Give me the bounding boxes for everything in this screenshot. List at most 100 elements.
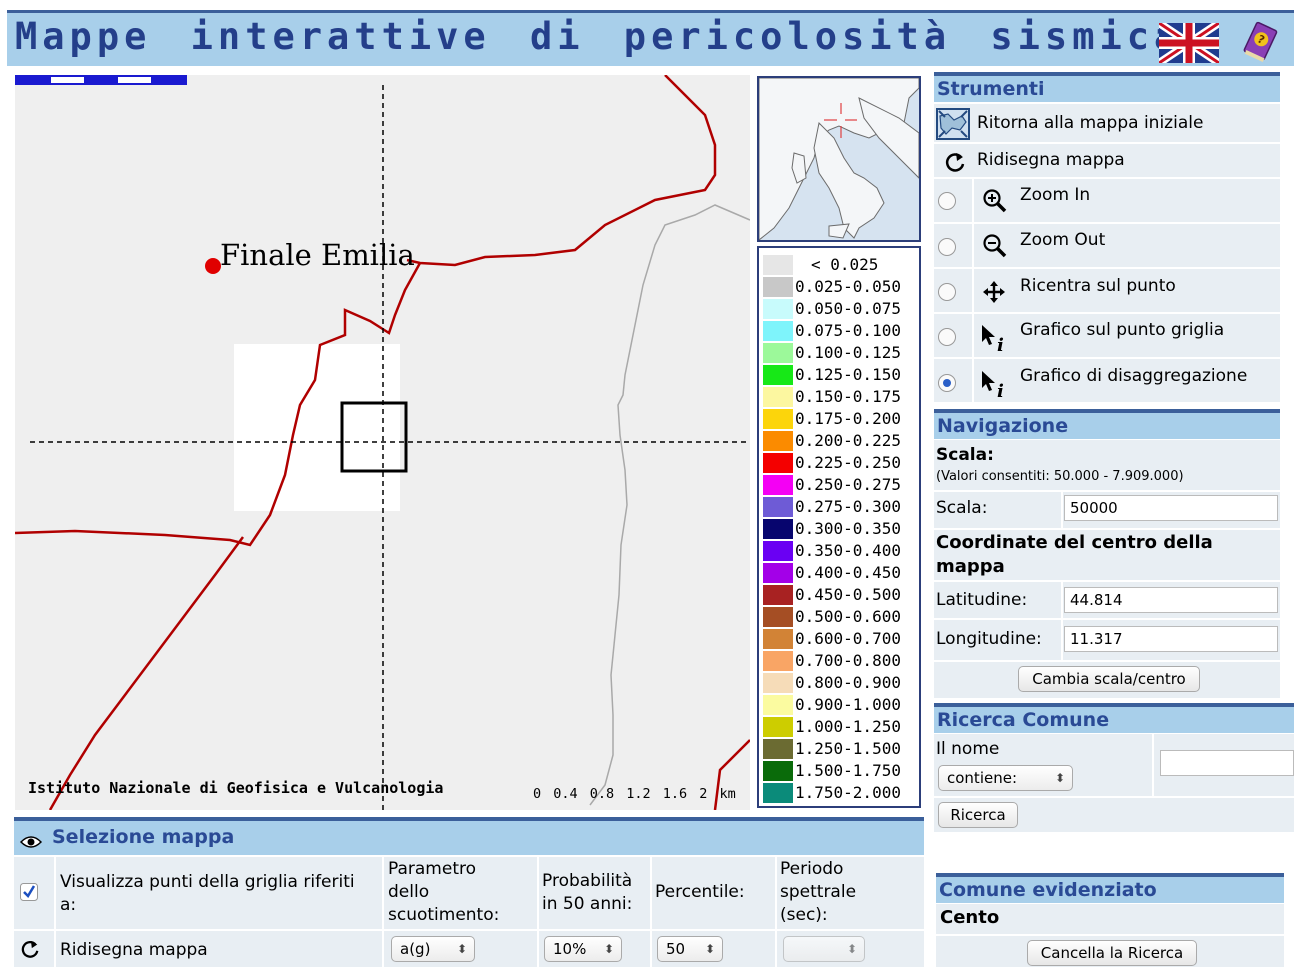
percentile-select[interactable]: 50 ⬍ <box>657 936 723 962</box>
zoom-in-icon <box>983 189 1007 213</box>
legend-swatch <box>763 695 793 715</box>
legend-label: 0.150-0.175 <box>795 387 901 406</box>
legend-swatch <box>763 783 793 803</box>
tool-reset-map[interactable]: Ritorna alla mappa iniziale <box>934 102 1280 142</box>
legend-swatch <box>763 761 793 781</box>
legend-item: 0.900-1.000 <box>761 694 919 716</box>
center-heading: Coordinate del centro della mappa <box>936 532 1213 577</box>
redraw-label-cell[interactable]: Ridisegna mappa <box>56 931 382 967</box>
recenter-label: Ricentra sul punto <box>1020 276 1176 296</box>
center-heading-block: Coordinate del centro della mappa <box>934 530 1280 580</box>
param-label: Parametro dello scuotimento: <box>388 859 500 925</box>
legend-label: 0.200-0.225 <box>795 431 901 450</box>
legend-label: 0.350-0.400 <box>795 541 901 560</box>
legend-item: 0.275-0.300 <box>761 496 919 518</box>
redraw-map-label[interactable]: Ridisegna mappa <box>60 939 208 962</box>
search-name-block: Il nome contiene: ⬍ <box>934 734 1152 796</box>
tool-disagg-plot[interactable]: i Grafico di disaggregazione <box>934 357 1280 404</box>
redraw-icon-cell <box>14 931 54 967</box>
legend-label: < 0.025 <box>811 255 879 274</box>
legend-label: 1.750-2.000 <box>795 783 901 802</box>
zoom-out-radio[interactable] <box>938 238 956 256</box>
legend-label: 0.300-0.350 <box>795 519 901 538</box>
overview-map[interactable] <box>757 76 921 242</box>
disagg-plot-radio[interactable] <box>938 374 956 392</box>
search-button-row: Ricerca <box>934 798 1294 832</box>
tool-recenter[interactable]: Ricentra sul punto <box>934 267 1280 314</box>
period-label: Periodo spettrale (sec): <box>780 859 857 925</box>
legend-swatch <box>763 541 793 561</box>
probability-select[interactable]: 10% ⬍ <box>544 936 622 962</box>
scale-info-block: Scala: (Valori consentiti: 50.000 - 7.90… <box>934 440 1280 490</box>
redraw-label: Ridisegna mappa <box>977 150 1125 170</box>
zoom-in-radio[interactable] <box>938 192 956 210</box>
legend-label: 0.700-0.800 <box>795 651 901 670</box>
legend-label: 0.900-1.000 <box>795 695 901 714</box>
scale-bar-labels: 0 0.4 0.8 1.2 1.6 2 km <box>533 786 736 802</box>
help-book-icon[interactable]: ? <box>1239 21 1281 63</box>
show-points-checkbox-cell <box>14 857 54 929</box>
legend-swatch <box>763 343 793 363</box>
latitude-input[interactable] <box>1064 587 1278 613</box>
legend-swatch <box>763 497 793 517</box>
tool-zoom-out[interactable]: Zoom Out <box>934 222 1280 269</box>
legend-item: 0.450-0.500 <box>761 584 919 606</box>
prob-label: Probabilità in 50 anni: <box>542 871 633 914</box>
legend-swatch <box>763 739 793 759</box>
tool-redraw-map[interactable]: Ridisegna mappa <box>934 142 1280 177</box>
tool-zoom-in[interactable]: Zoom In <box>934 177 1280 224</box>
town-marker <box>205 258 221 274</box>
recenter-radio[interactable] <box>938 283 956 301</box>
legend-swatch <box>763 651 793 671</box>
legend-swatch <box>763 629 793 649</box>
legend-item: 0.200-0.225 <box>761 430 919 452</box>
river-line <box>589 204 750 806</box>
redraw-icon[interactable] <box>20 939 40 959</box>
param-select[interactable]: a(g) ⬍ <box>391 936 475 962</box>
scale-row: Scala: <box>934 492 1280 528</box>
longitude-input[interactable] <box>1064 626 1278 652</box>
legend-swatch <box>763 585 793 605</box>
percentile-label-cell: Percentile: <box>652 857 775 929</box>
period-select-cell: ⬍ <box>777 931 924 967</box>
change-scale-center-button[interactable]: Cambia scala/centro <box>1018 666 1200 692</box>
legend-item: 0.175-0.200 <box>761 408 919 430</box>
latitude-row: Latitudine: <box>934 582 1280 618</box>
map-canvas[interactable] <box>15 75 750 810</box>
prob-label-cell: Probabilità in 50 anni: <box>539 857 650 929</box>
legend-label: 0.250-0.275 <box>795 475 901 494</box>
reset-map-label: Ritorna alla mappa iniziale <box>977 113 1204 133</box>
legend-item: 0.400-0.450 <box>761 562 919 584</box>
legend-swatch <box>763 299 793 319</box>
page-title: Mappe interattive di pericolosità sismic… <box>15 15 1182 58</box>
period-label-cell: Periodo spettrale (sec): <box>777 857 924 929</box>
border-line <box>406 75 717 267</box>
grid-plot-label: Grafico sul punto griglia <box>1020 320 1225 340</box>
legend-item: 0.800-0.900 <box>761 672 919 694</box>
search-name-label: Il nome <box>936 739 1000 759</box>
show-points-checkbox[interactable] <box>20 883 38 901</box>
search-mode-select[interactable]: contiene: ⬍ <box>938 765 1073 791</box>
clear-search-button[interactable]: Cancella la Ricerca <box>1027 940 1197 966</box>
svg-text:i: i <box>997 381 1004 399</box>
legend-label: 1.500-1.750 <box>795 761 901 780</box>
legend-label: 0.100-0.125 <box>795 343 901 362</box>
period-select[interactable]: ⬍ <box>783 936 865 962</box>
search-query-input[interactable] <box>1160 750 1294 776</box>
grid-plot-radio[interactable] <box>938 328 956 346</box>
legend-swatch <box>763 519 793 539</box>
scale-input[interactable] <box>1064 495 1278 521</box>
selection-heading: Selezione mappa <box>14 817 924 855</box>
svg-text:i: i <box>997 335 1004 353</box>
legend-swatch <box>763 365 793 385</box>
legend-item: 0.025-0.050 <box>761 276 919 298</box>
legend-item: 0.225-0.250 <box>761 452 919 474</box>
uk-flag-icon[interactable] <box>1159 23 1219 63</box>
search-button[interactable]: Ricerca <box>938 802 1018 828</box>
scale-note: (Valori consentiti: 50.000 - 7.909.000) <box>936 469 1184 484</box>
tool-grid-plot[interactable]: i Grafico sul punto griglia <box>934 312 1280 359</box>
param-label-cell: Parametro dello scuotimento: <box>384 857 537 929</box>
show-points-label-cell: Visualizza punti della griglia riferiti … <box>56 857 382 929</box>
seismic-map[interactable]: Finale Emilia Istituto Nazionale di Geof… <box>15 75 750 810</box>
legend-item: 0.100-0.125 <box>761 342 919 364</box>
